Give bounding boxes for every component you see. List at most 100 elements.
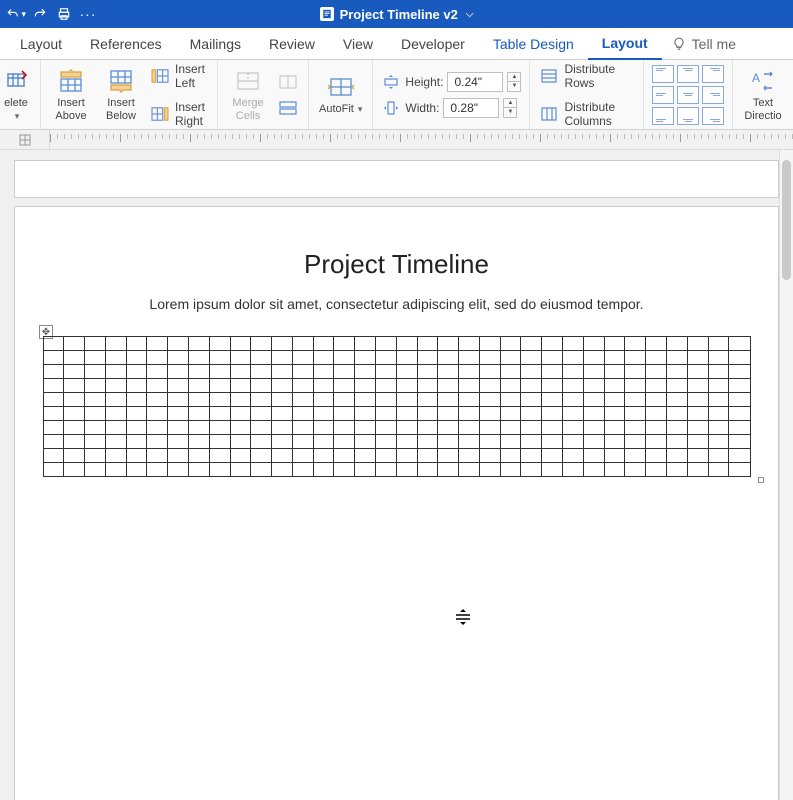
table-cell[interactable] <box>230 365 251 379</box>
table-cell[interactable] <box>521 463 542 477</box>
distribute-rows-button[interactable]: Distribute Rows <box>538 60 635 92</box>
table-cell[interactable] <box>542 435 563 449</box>
table-cell[interactable] <box>729 463 750 477</box>
align-middle-center[interactable] <box>677 86 699 104</box>
table-cell[interactable] <box>313 365 334 379</box>
table-cell[interactable] <box>188 379 209 393</box>
table-cell[interactable] <box>272 449 293 463</box>
table-cell[interactable] <box>292 393 313 407</box>
table-cell[interactable] <box>687 365 708 379</box>
table-cell[interactable] <box>521 351 542 365</box>
table-cell[interactable] <box>43 337 64 351</box>
table-cell[interactable] <box>396 421 417 435</box>
table-cell[interactable] <box>230 421 251 435</box>
table-cell[interactable] <box>272 379 293 393</box>
height-stepper[interactable]: ▲▼ <box>507 72 521 92</box>
table-cell[interactable] <box>147 365 168 379</box>
table-cell[interactable] <box>687 351 708 365</box>
tab-developer[interactable]: Developer <box>387 28 479 59</box>
table-cell[interactable] <box>646 435 667 449</box>
table-cell[interactable] <box>396 449 417 463</box>
table-cell[interactable] <box>563 351 584 365</box>
table-cell[interactable] <box>583 463 604 477</box>
table-cell[interactable] <box>646 337 667 351</box>
table-cell[interactable] <box>687 379 708 393</box>
table-cell[interactable] <box>188 351 209 365</box>
table-cell[interactable] <box>292 463 313 477</box>
table-cell[interactable] <box>666 449 687 463</box>
table-cell[interactable] <box>583 365 604 379</box>
table-cell[interactable] <box>209 407 230 421</box>
table-cell[interactable] <box>646 449 667 463</box>
table-cell[interactable] <box>376 449 397 463</box>
table-cell[interactable] <box>625 407 646 421</box>
table-cell[interactable] <box>563 407 584 421</box>
table-cell[interactable] <box>729 365 750 379</box>
table-cell[interactable] <box>64 393 85 407</box>
table-cell[interactable] <box>542 449 563 463</box>
split-table-button[interactable] <box>276 97 300 119</box>
table-cell[interactable] <box>542 351 563 365</box>
table-cell[interactable] <box>85 449 106 463</box>
table-cell[interactable] <box>292 351 313 365</box>
table-cell[interactable] <box>188 463 209 477</box>
table-cell[interactable] <box>708 421 729 435</box>
table-cell[interactable] <box>625 421 646 435</box>
table-cell[interactable] <box>209 337 230 351</box>
table-cell[interactable] <box>479 435 500 449</box>
insert-below-button[interactable]: Insert Below <box>99 65 143 123</box>
scrollbar-thumb[interactable] <box>782 160 791 280</box>
table-cell[interactable] <box>85 435 106 449</box>
table-cell[interactable] <box>438 463 459 477</box>
table-cell[interactable] <box>479 463 500 477</box>
table-cell[interactable] <box>604 393 625 407</box>
table-cell[interactable] <box>188 449 209 463</box>
table-cell[interactable] <box>230 379 251 393</box>
table-cell[interactable] <box>251 393 272 407</box>
table-cell[interactable] <box>251 449 272 463</box>
table-cell[interactable] <box>604 407 625 421</box>
delete-button[interactable]: elete ▾ <box>0 65 32 124</box>
table-cell[interactable] <box>376 365 397 379</box>
table-cell[interactable] <box>85 379 106 393</box>
table-cell[interactable] <box>334 393 355 407</box>
table-cell[interactable] <box>729 435 750 449</box>
table-cell[interactable] <box>126 351 147 365</box>
table-cell[interactable] <box>188 435 209 449</box>
table-cell[interactable] <box>105 337 126 351</box>
table-cell[interactable] <box>168 463 189 477</box>
table-cell[interactable] <box>43 379 64 393</box>
table-cell[interactable] <box>64 421 85 435</box>
table-cell[interactable] <box>542 407 563 421</box>
table-cell[interactable] <box>355 407 376 421</box>
table-cell[interactable] <box>583 407 604 421</box>
horizontal-ruler[interactable] <box>50 130 793 149</box>
table-cell[interactable] <box>563 365 584 379</box>
table-cell[interactable] <box>272 365 293 379</box>
table-cell[interactable] <box>563 393 584 407</box>
table-cell[interactable] <box>334 463 355 477</box>
table-cell[interactable] <box>64 407 85 421</box>
table-cell[interactable] <box>313 463 334 477</box>
table-cell[interactable] <box>438 351 459 365</box>
table-cell[interactable] <box>251 365 272 379</box>
redo-button[interactable] <box>30 4 50 24</box>
table-cell[interactable] <box>521 393 542 407</box>
table-cell[interactable] <box>105 365 126 379</box>
table-cell[interactable] <box>666 379 687 393</box>
table-cell[interactable] <box>292 337 313 351</box>
table-cell[interactable] <box>521 449 542 463</box>
table-cell[interactable] <box>85 463 106 477</box>
table-cell[interactable] <box>230 463 251 477</box>
table-cell[interactable] <box>625 435 646 449</box>
table-cell[interactable] <box>646 463 667 477</box>
table-cell[interactable] <box>272 337 293 351</box>
table-cell[interactable] <box>729 393 750 407</box>
table-cell[interactable] <box>396 407 417 421</box>
table-cell[interactable] <box>459 351 480 365</box>
table-cell[interactable] <box>230 393 251 407</box>
table-cell[interactable] <box>313 351 334 365</box>
table-cell[interactable] <box>168 435 189 449</box>
table-cell[interactable] <box>64 435 85 449</box>
table-cell[interactable] <box>313 421 334 435</box>
